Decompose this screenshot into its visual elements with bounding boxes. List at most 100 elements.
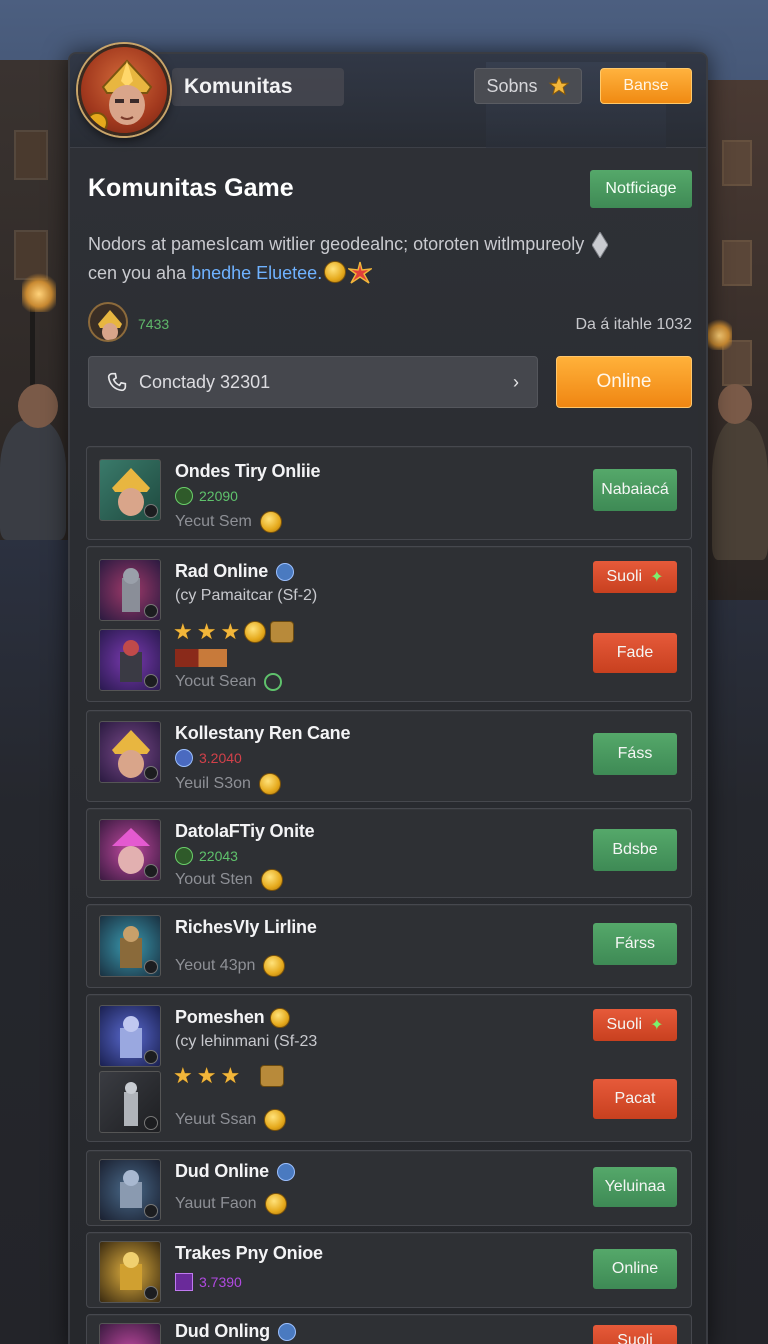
info-icon[interactable]: [277, 1322, 296, 1341]
leaf-icon: [175, 487, 193, 505]
leaf-icon: [175, 847, 193, 865]
game-subtitle: Yecut Sem: [175, 511, 282, 533]
game-card[interactable]: Trakes Pny Onioe 3.7390 Online: [86, 1232, 692, 1308]
star-icon: ★: [220, 1063, 241, 1088]
coin-icon: [244, 621, 267, 643]
cross-icon: [175, 1273, 193, 1291]
game-card[interactable]: DatolaFTiy Onite 22043 Yoout Sten Bdsbe: [86, 808, 692, 898]
coin-icon: [264, 1193, 287, 1215]
game-subtitle: Yeout 43pn: [175, 955, 286, 977]
game-thumbnail: [99, 915, 161, 977]
plus-icon: ✦: [650, 1017, 664, 1034]
game-subtitle: Yeuil S3on: [175, 773, 281, 795]
game-subtitle: Yoout Sten: [175, 869, 283, 891]
game-action-button[interactable]: Bdsbe: [593, 829, 677, 871]
rating-stars: ★ ★ ★: [173, 619, 295, 644]
chevron-right-icon: ›: [513, 371, 519, 392]
bystander: [0, 420, 66, 540]
banse-button[interactable]: Banse: [600, 68, 692, 104]
game-action-button[interactable]: Nabaiacá: [593, 469, 677, 511]
star-icon: ★: [173, 619, 193, 644]
game-name: Ondes Tiry Onliie: [175, 461, 321, 481]
game-action-button[interactable]: Yeluinaa: [593, 1167, 677, 1207]
game-tag-button[interactable]: Suoli ✦: [593, 1009, 677, 1041]
game-thumbnail: [99, 1323, 161, 1344]
game-tag-button[interactable]: Suoli ✦: [593, 561, 677, 593]
game-action-button[interactable]: Fade: [593, 633, 677, 673]
info-icon[interactable]: [276, 562, 295, 581]
profile-status-text: Da á itahle 1032: [575, 316, 692, 333]
star-icon: ★: [173, 1063, 193, 1088]
game-card[interactable]: Ondes Tiry Onliie 22090 Yecut Sem Nabaia…: [86, 446, 692, 540]
chest-icon: [270, 621, 295, 643]
contact-label: Conctady 32301: [139, 371, 271, 392]
coin-icon: [259, 511, 282, 533]
game-thumbnail: [99, 629, 161, 691]
description-icons: [324, 261, 372, 285]
star-icon: ★: [220, 619, 241, 644]
game-action-button[interactable]: Fárss: [593, 923, 677, 965]
game-thumbnail: [99, 559, 161, 621]
game-card[interactable]: Dud Online Yauut Faon Yeluinaa: [86, 1150, 692, 1226]
section-title: Komunitas Game: [88, 174, 294, 202]
coin-icon: [258, 773, 281, 795]
sobns-label: Sobns: [486, 75, 538, 96]
star-icon: [548, 75, 569, 96]
game-thumbnail: [99, 1241, 161, 1303]
chest-icon: [260, 1065, 285, 1087]
game-name: Trakes Pny Onioe: [175, 1243, 323, 1263]
game-action-button[interactable]: Online: [593, 1249, 677, 1289]
burst-icon: [348, 261, 372, 284]
sobns-button[interactable]: Sobns: [474, 68, 582, 104]
phone-icon: [107, 372, 127, 392]
game-meta: (cy lehinmani (Sf-23: [175, 1033, 318, 1050]
game-action-button[interactable]: Suoli: [593, 1325, 677, 1344]
profile-avatar[interactable]: [88, 302, 128, 342]
helmet-icon: [98, 310, 122, 340]
game-name: Dud Onling: [175, 1321, 296, 1342]
bystander: [712, 420, 768, 560]
game-meta: 3.7390: [175, 1273, 242, 1291]
game-name: Kollestany Ren Cane: [175, 723, 351, 743]
coin-icon: [260, 869, 283, 891]
game-thumbnail: [99, 819, 161, 881]
user-avatar[interactable]: [78, 44, 170, 136]
description-link[interactable]: bnedhe Eluetee.: [191, 263, 322, 283]
orb-icon: [175, 749, 193, 767]
game-meta: 22090: [175, 487, 238, 505]
game-thumbnail: [99, 1005, 161, 1067]
coin-icon: [264, 1109, 287, 1131]
online-button[interactable]: Online: [556, 356, 692, 408]
game-name: Dud Online: [175, 1161, 295, 1182]
game-meta: 3.2040: [175, 749, 242, 767]
street-lamp: [22, 272, 56, 312]
coin-icon: [270, 1007, 291, 1028]
coin-icon: [324, 261, 346, 283]
street-lamp: [706, 318, 732, 350]
game-thumbnail: [99, 1159, 161, 1221]
game-card[interactable]: Rad Online (cy Pamaitcar (Sf-2) ★ ★ ★ Yocu…: [86, 546, 692, 702]
item-icons: [175, 649, 227, 667]
game-card[interactable]: Dud Onling Suoli: [86, 1314, 692, 1344]
game-thumbnail: [99, 459, 161, 521]
game-thumbnail: [99, 1071, 161, 1133]
game-thumbnail: [99, 721, 161, 783]
game-card[interactable]: Pomeshen (cy lehinmani (Sf-23 ★ ★ ★ Yeuut …: [86, 994, 692, 1142]
plus-icon: ✦: [650, 569, 664, 586]
star-icon: ★: [196, 619, 217, 644]
game-meta: (cy Pamaitcar (Sf-2): [175, 587, 318, 604]
game-action-button[interactable]: Pacat: [593, 1079, 677, 1119]
game-subtitle: Yeuut Ssan: [175, 1109, 287, 1131]
game-card[interactable]: RichesVIy Lirline Yeout 43pn Fárss: [86, 904, 692, 988]
game-card[interactable]: Kollestany Ren Cane 3.2040 Yeuil S3on Fá…: [86, 710, 692, 802]
notification-button[interactable]: Notficiage: [590, 170, 692, 208]
info-icon[interactable]: [277, 1162, 295, 1181]
contact-field[interactable]: Conctady 32301 ›: [88, 356, 538, 408]
star-icon: ★: [196, 1063, 217, 1088]
profile-row: 7433 Da á itahle 1032: [88, 302, 692, 346]
rating-stars: ★ ★ ★: [173, 1063, 285, 1088]
clock-icon: [264, 673, 283, 691]
coin-icon: [263, 955, 286, 977]
game-action-button[interactable]: Fáss: [593, 733, 677, 775]
game-name: DatolaFTiy Onite: [175, 821, 315, 841]
